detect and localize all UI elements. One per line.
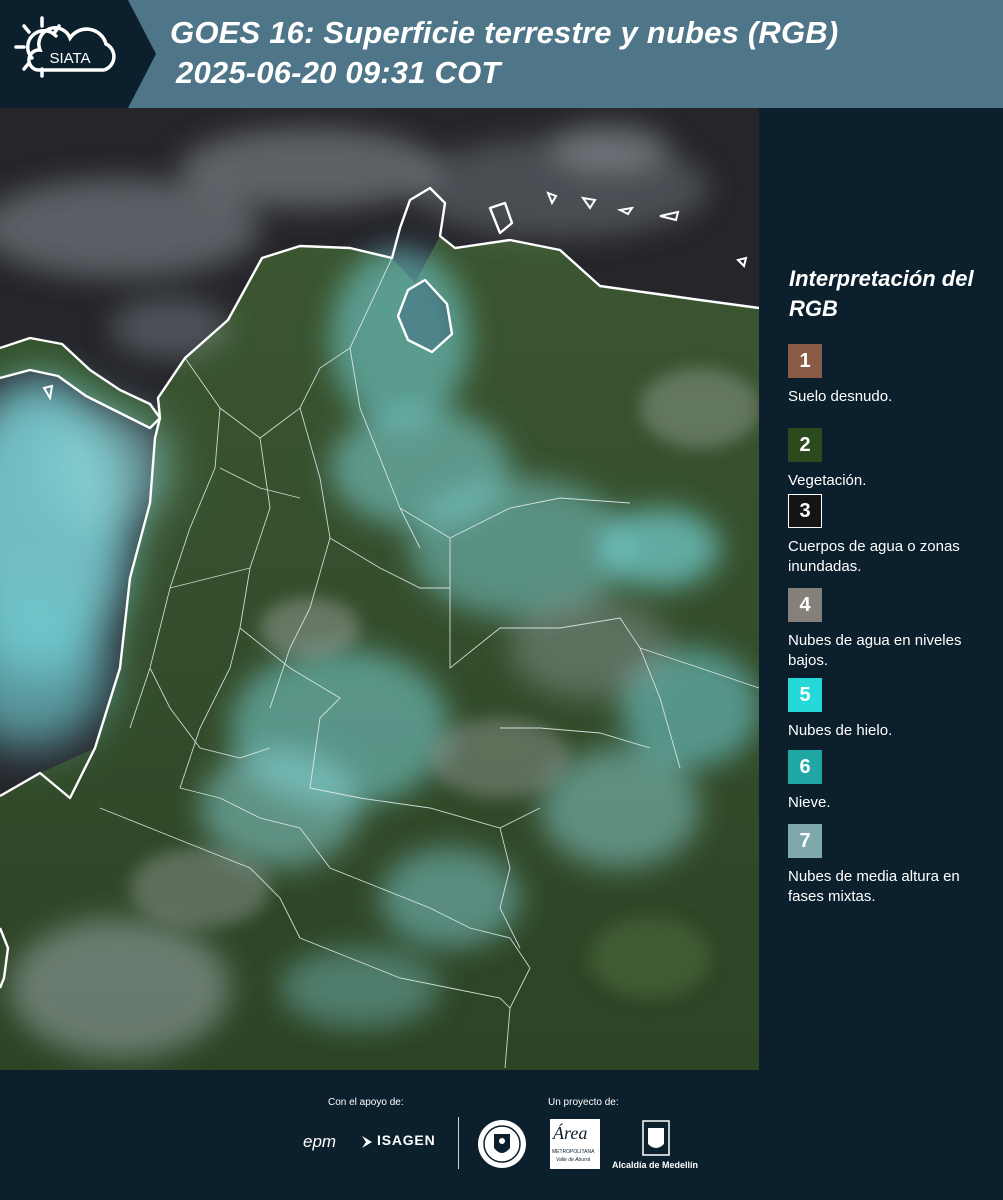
legend-label-7: Nubes de media altura en fases mixtas.: [788, 868, 960, 905]
epm-logo: epm: [303, 1132, 337, 1151]
legend-swatch-5: 5: [788, 678, 822, 712]
area-logo-sub2: Valle de Aburrá: [556, 1157, 591, 1163]
legend-item-3: 3 Cuerpos de agua o zonas inundadas.: [788, 494, 998, 577]
footer: Con el apoyo de: Un proyecto de: epm ISA…: [0, 1070, 1003, 1200]
legend-item-2: 2 Vegetación.: [788, 428, 998, 491]
logo-arrow-shape: [128, 0, 156, 108]
area-logo-text: Área: [553, 1123, 588, 1143]
area-metropolitana-logo: Área METROPOLITANA Valle de Aburrá: [550, 1119, 600, 1169]
legend-swatch-6: 6: [788, 750, 822, 784]
support-label: Con el apoyo de:: [328, 1097, 404, 1108]
footer-divider: [458, 1117, 459, 1169]
legend-label-5: Nubes de hielo.: [788, 722, 893, 739]
satellite-map[interactable]: [0, 108, 759, 1070]
satellite-rgb-image: [0, 108, 759, 1070]
alcaldia-shield-icon: [642, 1120, 670, 1156]
legend-label-4: Nubes de agua en niveles bajos.: [788, 632, 962, 669]
legend-label-3: Cuerpos de agua o zonas inundadas.: [788, 538, 960, 575]
legend-swatch-2: 2: [788, 428, 822, 462]
legend-swatch-3: 3: [788, 494, 822, 528]
siata-logo-text: SIATA: [49, 50, 90, 67]
legend-swatch-1: 1: [788, 344, 822, 378]
legend-item-5: 5 Nubes de hielo.: [788, 678, 998, 741]
legend-panel: Interpretación del RGB 1 Suelo desnudo. 2 V…: [759, 108, 1003, 1070]
header-bar: SIATA GOES 16: Superficie terrestre y nu…: [0, 0, 1003, 108]
legend-item-6: 6 Nieve.: [788, 750, 998, 813]
legend-item-1: 1 Suelo desnudo.: [788, 344, 998, 407]
isagen-logo: ISAGEN: [360, 1132, 440, 1152]
isagen-logo-text: ISAGEN: [377, 1132, 436, 1148]
legend-swatch-4: 4: [788, 588, 822, 622]
area-logo-sub: METROPOLITANA: [552, 1149, 595, 1155]
legend-label-2: Vegetación.: [788, 472, 867, 489]
legend-item-4: 4 Nubes de agua en niveles bajos.: [788, 588, 998, 671]
legend-swatch-7: 7: [788, 824, 822, 858]
siata-sun-cloud-icon: SIATA: [14, 16, 116, 78]
project-label: Un proyecto de:: [548, 1097, 619, 1108]
siata-logo: SIATA: [0, 0, 128, 108]
legend-label-6: Nieve.: [788, 794, 831, 811]
isagen-mark-icon: [362, 1136, 372, 1148]
legend-label-1: Suelo desnudo.: [788, 388, 893, 405]
medellin-seal-icon: [478, 1120, 526, 1168]
alcaldia-text: Alcaldía de Medellín: [612, 1160, 699, 1170]
title-line-2: 2025-06-20 09:31 COT: [176, 55, 501, 90]
title-line-1: GOES 16: Superficie terrestre y nubes (R…: [170, 15, 839, 50]
legend-item-7: 7 Nubes de media altura en fases mixtas.: [788, 824, 998, 907]
legend-title: Interpretación del RGB: [789, 266, 974, 321]
